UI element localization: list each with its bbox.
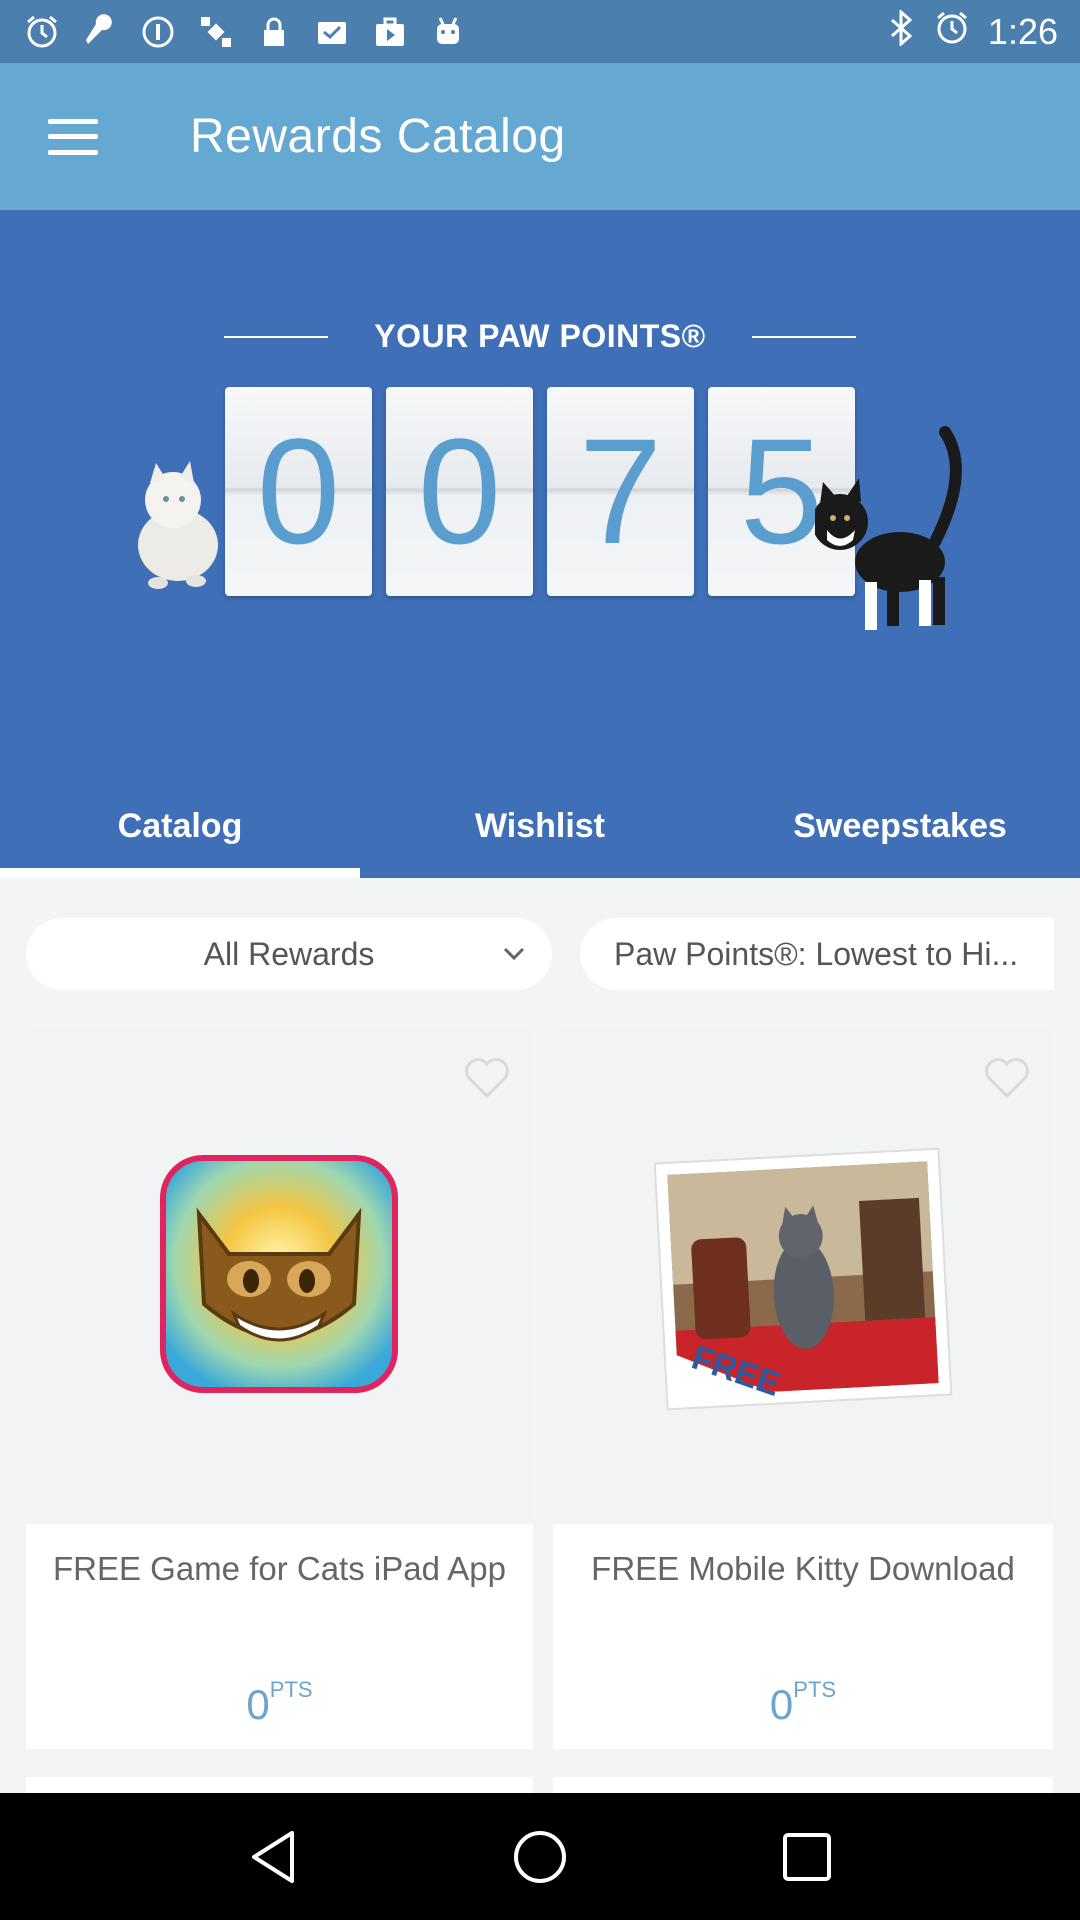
status-time: 1:26 (987, 10, 1058, 52)
digit: 7 (578, 407, 663, 575)
reward-points: 0PTS (553, 1677, 1053, 1729)
digit-card: 7 (547, 387, 694, 596)
android-icon (428, 12, 468, 52)
back-triangle-icon (252, 1830, 295, 1883)
wrench-icon (80, 12, 120, 52)
paw-points-hero: YOUR PAW POINTS® 0 0 7 5 Catalog Wishlis… (0, 210, 1080, 878)
divider-line (752, 336, 856, 338)
recents-square-icon (782, 1832, 831, 1881)
reward-title: FREE Game for Cats iPad App (52, 1550, 507, 1587)
chevron-down-icon (503, 947, 525, 961)
reward-image-area: FREE (553, 1029, 1053, 1524)
inbox-icon (312, 12, 352, 52)
reward-image-area (26, 1029, 533, 1524)
recents-button[interactable] (767, 1817, 847, 1897)
sort-dropdown[interactable]: Paw Points®: Lowest to Hi... (580, 918, 1054, 990)
home-button[interactable] (500, 1817, 580, 1897)
digit-card: 0 (386, 387, 533, 596)
white-kitten-image (138, 461, 218, 589)
reward-points-value: 0 (769, 1681, 794, 1728)
heart-icon[interactable] (983, 1056, 1031, 1100)
reward-points-unit: PTS (793, 1677, 837, 1702)
menu-button[interactable] (0, 63, 146, 210)
filter-bar: All Rewards Paw Points®: Lowest to Hi... (26, 918, 1054, 990)
cat-game-app-icon (160, 1155, 398, 1393)
tab-sweepstakes[interactable]: Sweepstakes (720, 775, 1080, 878)
tab-wishlist[interactable]: Wishlist (360, 775, 720, 878)
reward-card[interactable]: FREE FREE Mobile Kitty Download 0PTS (553, 1029, 1053, 1749)
digit: 5 (739, 407, 824, 575)
info-icon (138, 12, 178, 52)
kitty-download-image: FREE (653, 1147, 953, 1411)
system-nav-bar (0, 1793, 1080, 1920)
lock-icon (254, 12, 294, 52)
digit-card: 0 (225, 387, 372, 596)
points-heading: YOUR PAW POINTS® (374, 318, 706, 354)
reward-title: FREE Mobile Kitty Download (591, 1550, 1015, 1587)
digit: 0 (256, 407, 341, 575)
points-counter: 0 0 7 5 (225, 387, 855, 596)
status-icons-right: 1:26 (886, 8, 1058, 54)
tab-bar: Catalog Wishlist Sweepstakes (0, 775, 1080, 878)
page-title: Rewards Catalog (190, 110, 566, 163)
alarm-icon (22, 12, 62, 52)
reward-points-value: 0 (246, 1681, 270, 1728)
heart-icon[interactable] (463, 1056, 511, 1100)
status-bar: 1:26 (0, 0, 1080, 63)
back-button[interactable] (233, 1817, 313, 1897)
category-dropdown-value: All Rewards (203, 935, 375, 972)
tab-catalog[interactable]: Catalog (0, 775, 360, 878)
sort-dropdown-value: Paw Points®: Lowest to Hi... (614, 935, 1019, 972)
app-bar: Rewards Catalog (0, 63, 1080, 210)
reward-card-peek (26, 1777, 533, 1793)
black-white-kitten-image (815, 426, 962, 630)
status-icons-left (22, 12, 468, 52)
satellite-icon (196, 12, 236, 52)
reward-card[interactable]: FREE Game for Cats iPad App 0PTS (26, 1029, 533, 1749)
briefcase-play-icon (370, 12, 410, 52)
category-dropdown[interactable]: All Rewards (26, 918, 552, 990)
reward-points-unit: PTS (269, 1677, 313, 1702)
alarm-icon (934, 10, 970, 54)
reward-card-peek (553, 1777, 1053, 1793)
bluetooth-icon (886, 8, 916, 54)
digit: 0 (417, 407, 502, 575)
home-circle-icon (513, 1830, 566, 1883)
reward-points: 0PTS (26, 1677, 533, 1729)
hamburger-menu-icon (48, 118, 98, 155)
